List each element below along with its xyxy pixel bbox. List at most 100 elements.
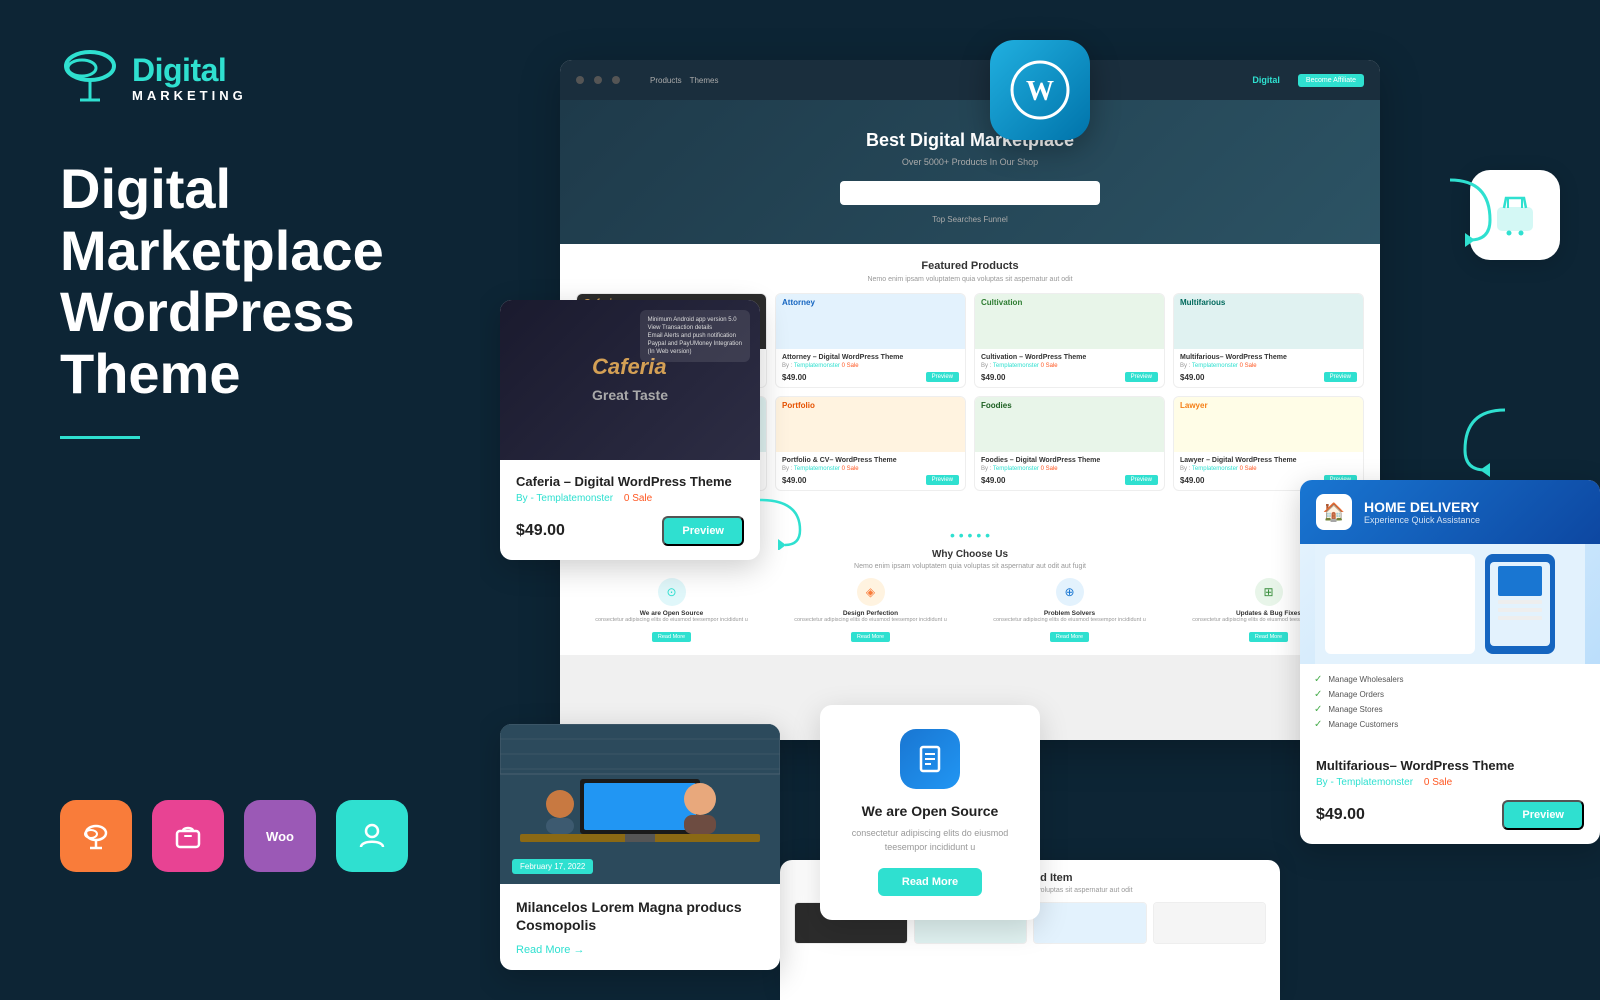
- mini-prod-3: [1033, 902, 1147, 944]
- feat-text-3: Manage Stores: [1328, 705, 1382, 714]
- card-by-portfolio: By : Templatemonster 0 Sale: [782, 466, 959, 472]
- product-card-cultivation: Cultivation Cultivation – WordPress Them…: [974, 293, 1165, 388]
- opensource-icon-badge: [900, 729, 960, 789]
- delivery-card-img: [1300, 544, 1600, 664]
- opensource-card: We are Open Source consectetur adipiscin…: [820, 705, 1040, 920]
- heading-line2: WordPress: [60, 280, 355, 343]
- left-panel: Digital MARKETING Digital Marketplace Wo…: [0, 0, 560, 1000]
- card-info-portfolio: Portfolio & CV– WordPress Theme By : Tem…: [776, 452, 965, 490]
- delivery-card-author: By - Templatemonster 0 Sale: [1316, 777, 1584, 788]
- woo-label: Woo: [266, 829, 294, 844]
- top-searches: Top Searches Funnel: [580, 215, 1360, 224]
- blog-card-image: February 17, 2022: [500, 724, 780, 884]
- card-by-lawyer: By : Templatemonster 0 Sale: [1180, 466, 1357, 472]
- icon-badges: Woo: [60, 800, 500, 952]
- card-name-cultivation: Cultivation – WordPress Theme: [981, 354, 1158, 361]
- right-panel: W: [480, 0, 1600, 1000]
- preview-btn-portfolio[interactable]: Preview: [926, 475, 959, 485]
- preview-btn-attorney[interactable]: Preview: [926, 372, 959, 382]
- preview-btn-cultivation[interactable]: Preview: [1125, 372, 1158, 382]
- card-by-cultivation: By : Templatemonster 0 Sale: [981, 363, 1158, 369]
- delivery-header-text: HOME DELIVERY Experience Quick Assistanc…: [1364, 499, 1480, 525]
- svg-text:W: W: [1026, 76, 1054, 107]
- feature-orders: ✓ Manage Orders: [1314, 689, 1586, 700]
- cloud-badge: [60, 800, 132, 872]
- mini-img-4: [1154, 903, 1266, 943]
- feat-text-2: Manage Orders: [1328, 690, 1384, 699]
- product-card-portfolio: Portfolio Portfolio & CV– WordPress Them…: [775, 396, 966, 491]
- read-more-opensource[interactable]: Read More: [652, 632, 691, 642]
- why-subtitle: Nemo enim ipsam voluptatem quia voluptas…: [576, 563, 1364, 570]
- card-by-attorney: By : Templatemonster 0 Sale: [782, 363, 959, 369]
- brand-subname: MARKETING: [132, 88, 247, 103]
- card-info-foodies: Foodies – Digital WordPress Theme By : T…: [975, 452, 1164, 490]
- delivery-subtitle: Experience Quick Assistance: [1364, 515, 1480, 525]
- opensource-readmore-btn[interactable]: Read More: [878, 868, 982, 896]
- price-portfolio: $49.00: [782, 476, 806, 485]
- product-img-attorney: Attorney: [776, 294, 965, 349]
- woo-badge: Woo: [244, 800, 316, 872]
- become-affiliate-btn[interactable]: Become Affiliate: [1298, 74, 1364, 87]
- blog-readmore[interactable]: Read More →: [516, 944, 764, 956]
- feature-1: Minimum Android app version 5.0: [648, 316, 742, 324]
- caferia-card-image: CaferiaGreat Taste Minimum Android app v…: [500, 300, 760, 460]
- read-more-updates[interactable]: Read More: [1249, 632, 1288, 642]
- product-img-portfolio: Portfolio: [776, 397, 965, 452]
- header-dot: [576, 76, 584, 84]
- delivery-card-title: Multifarious– WordPress Theme: [1316, 758, 1584, 773]
- why-label-design: Design Perfection: [775, 610, 966, 617]
- card-bottom-attorney: $49.00 Preview: [782, 372, 959, 382]
- delivery-card-footer: $49.00 Preview: [1316, 800, 1584, 830]
- site-logo-small: Digital: [1252, 75, 1280, 85]
- feature-wholesalers: ✓ Manage Wholesalers: [1314, 674, 1586, 685]
- card-info-attorney: Attorney – Digital WordPress Theme By : …: [776, 349, 965, 387]
- preview-btn-foodies[interactable]: Preview: [1125, 475, 1158, 485]
- heading-line3: Theme: [60, 342, 241, 405]
- mini-img-3: [1034, 903, 1146, 943]
- heading-line1: Digital Marketplace: [60, 157, 384, 282]
- feature-4: Paypal and PayUMoney Integration: [648, 340, 742, 348]
- arrow-decoration-2: [1445, 400, 1525, 485]
- site-header: Products Themes Digital Become Affiliate: [560, 60, 1380, 100]
- opensource-title: We are Open Source: [840, 803, 1020, 819]
- check-icon-1: ✓: [1314, 674, 1322, 685]
- header-dot3: [612, 76, 620, 84]
- caferia-card-author: By - Templatemonster 0 Sale: [516, 493, 744, 504]
- delivery-card-header: 🏠 HOME DELIVERY Experience Quick Assista…: [1300, 480, 1600, 544]
- caferia-price: $49.00: [516, 522, 565, 540]
- card-bottom-cultivation: $49.00 Preview: [981, 372, 1158, 382]
- product-card-attorney: Attorney Attorney – Digital WordPress Th…: [775, 293, 966, 388]
- card-bottom-multifarious: $49.00 Preview: [1180, 372, 1357, 382]
- why-text-problems: consectetur adipiscing elits do eiusmod …: [974, 617, 1165, 625]
- card-name-foodies: Foodies – Digital WordPress Theme: [981, 457, 1158, 464]
- wordpress-icon-badge: W: [990, 40, 1090, 140]
- delivery-preview-button[interactable]: Preview: [1502, 800, 1584, 830]
- blog-title: Milancelos Lorem Magna producs Cosmopoli…: [516, 898, 764, 934]
- caferia-card-body: Caferia – Digital WordPress Theme By - T…: [500, 460, 760, 560]
- read-more-design[interactable]: Read More: [851, 632, 890, 642]
- read-more-problems[interactable]: Read More: [1050, 632, 1089, 642]
- search-bar[interactable]: [840, 181, 1100, 205]
- logo-area: Digital MARKETING: [60, 48, 500, 108]
- hero-subtitle: Over 5000+ Products In Our Shop: [580, 157, 1360, 167]
- bag-badge: [152, 800, 224, 872]
- preview-btn-multifarious[interactable]: Preview: [1324, 372, 1357, 382]
- feature-3: Email Alerts and push notification: [648, 332, 742, 340]
- card-name-multifarious: Multifarious– WordPress Theme: [1180, 354, 1357, 361]
- blog-card-body: Milancelos Lorem Magna producs Cosmopoli…: [500, 884, 780, 970]
- price-lawyer: $49.00: [1180, 476, 1204, 485]
- caferia-preview-button[interactable]: Preview: [662, 516, 744, 546]
- check-icon-2: ✓: [1314, 689, 1322, 700]
- card-name-portfolio: Portfolio & CV– WordPress Theme: [782, 457, 959, 464]
- why-item-design: ◈ Design Perfection consectetur adipisci…: [775, 578, 966, 643]
- feature-stores: ✓ Manage Stores: [1314, 704, 1586, 715]
- brand-name: Digital: [132, 54, 247, 86]
- product-img-multifarious: Multifarious: [1174, 294, 1363, 349]
- delivery-price: $49.00: [1316, 806, 1365, 824]
- logo-icon: [60, 48, 120, 108]
- card-by-foodies: By : Templatemonster 0 Sale: [981, 466, 1158, 472]
- card-info-cultivation: Cultivation – WordPress Theme By : Templ…: [975, 349, 1164, 387]
- opensource-text: consectetur adipiscing elits do eiusmod …: [840, 827, 1020, 854]
- logo-text-block: Digital MARKETING: [132, 54, 247, 103]
- delivery-title: HOME DELIVERY: [1364, 499, 1480, 515]
